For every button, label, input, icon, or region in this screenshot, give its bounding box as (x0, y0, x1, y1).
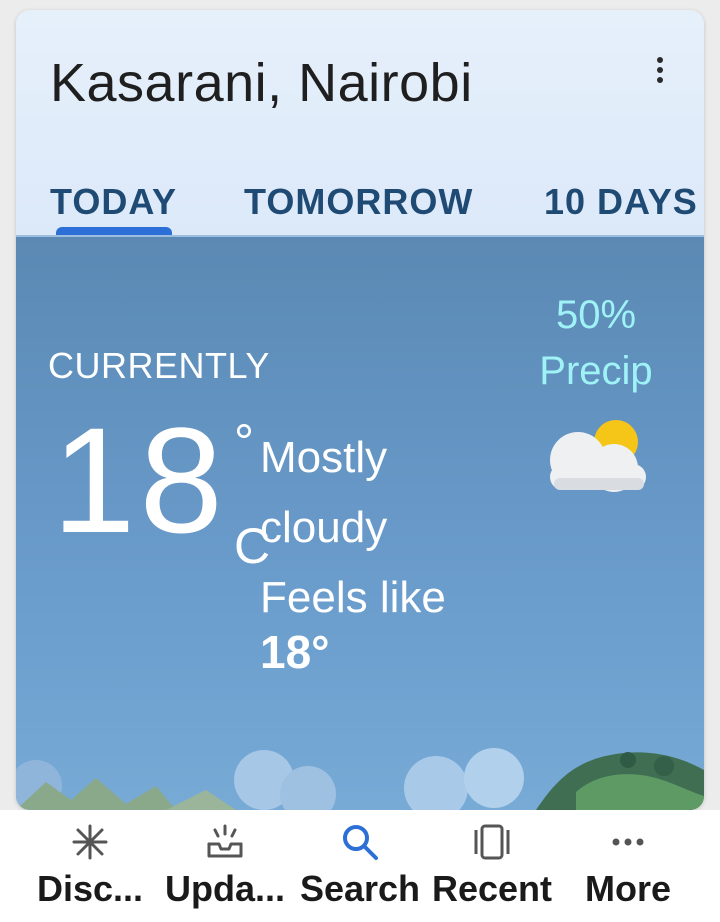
bottom-navigation: Disc... Upda... Search Recent More (0, 810, 720, 922)
nav-updates[interactable]: Upda... (153, 810, 297, 922)
precipitation: 50% Precip (516, 287, 676, 399)
asterisk-icon (72, 824, 108, 860)
nav-label-more: More (584, 868, 671, 909)
nav-discover[interactable]: Disc... (18, 810, 162, 922)
nav-recent[interactable]: Recent (420, 810, 564, 922)
weather-card: Kasarani, Nairobi TODAY TOMORROW 10 DAYS… (16, 10, 704, 810)
selected-tab-indicator (56, 227, 172, 235)
overflow-menu-icon[interactable] (646, 48, 674, 92)
feels-like-value: 18° (260, 626, 330, 678)
location-title: Kasarani, Nairobi (50, 53, 473, 113)
precip-label: Precip (539, 349, 653, 393)
current-temperature: 18 (52, 396, 227, 564)
currently-heading: CURRENTLY (48, 345, 270, 386)
landscape-illustration (16, 748, 704, 810)
degree-symbol: ° (234, 414, 254, 470)
feels-like-label: Feels like (260, 573, 446, 622)
search-icon (343, 825, 378, 860)
current-weather-panel: CURRENTLY 18 ° C Mostly cloudy Feels lik… (16, 237, 704, 810)
condition-text: Mostly cloudy (260, 433, 388, 552)
condition-block: Mostly cloudy Feels like (260, 423, 500, 633)
partly-cloudy-icon (550, 420, 646, 492)
recent-cards-icon (474, 824, 510, 860)
card-header: Kasarani, Nairobi TODAY TOMORROW 10 DAYS (16, 10, 704, 235)
updates-inbox-icon (207, 824, 243, 858)
weather-app: Kasarani, Nairobi TODAY TOMORROW 10 DAYS… (0, 0, 720, 922)
nav-more[interactable]: More (556, 810, 700, 922)
more-horizontal-icon (612, 838, 644, 846)
forecast-tabs: TODAY TOMORROW 10 DAYS (16, 175, 704, 235)
precip-percent: 50% (555, 293, 637, 337)
tab-today[interactable]: TODAY (50, 181, 177, 223)
tab-10-days[interactable]: 10 DAYS (544, 181, 698, 223)
tab-tomorrow[interactable]: TOMORROW (244, 181, 473, 223)
